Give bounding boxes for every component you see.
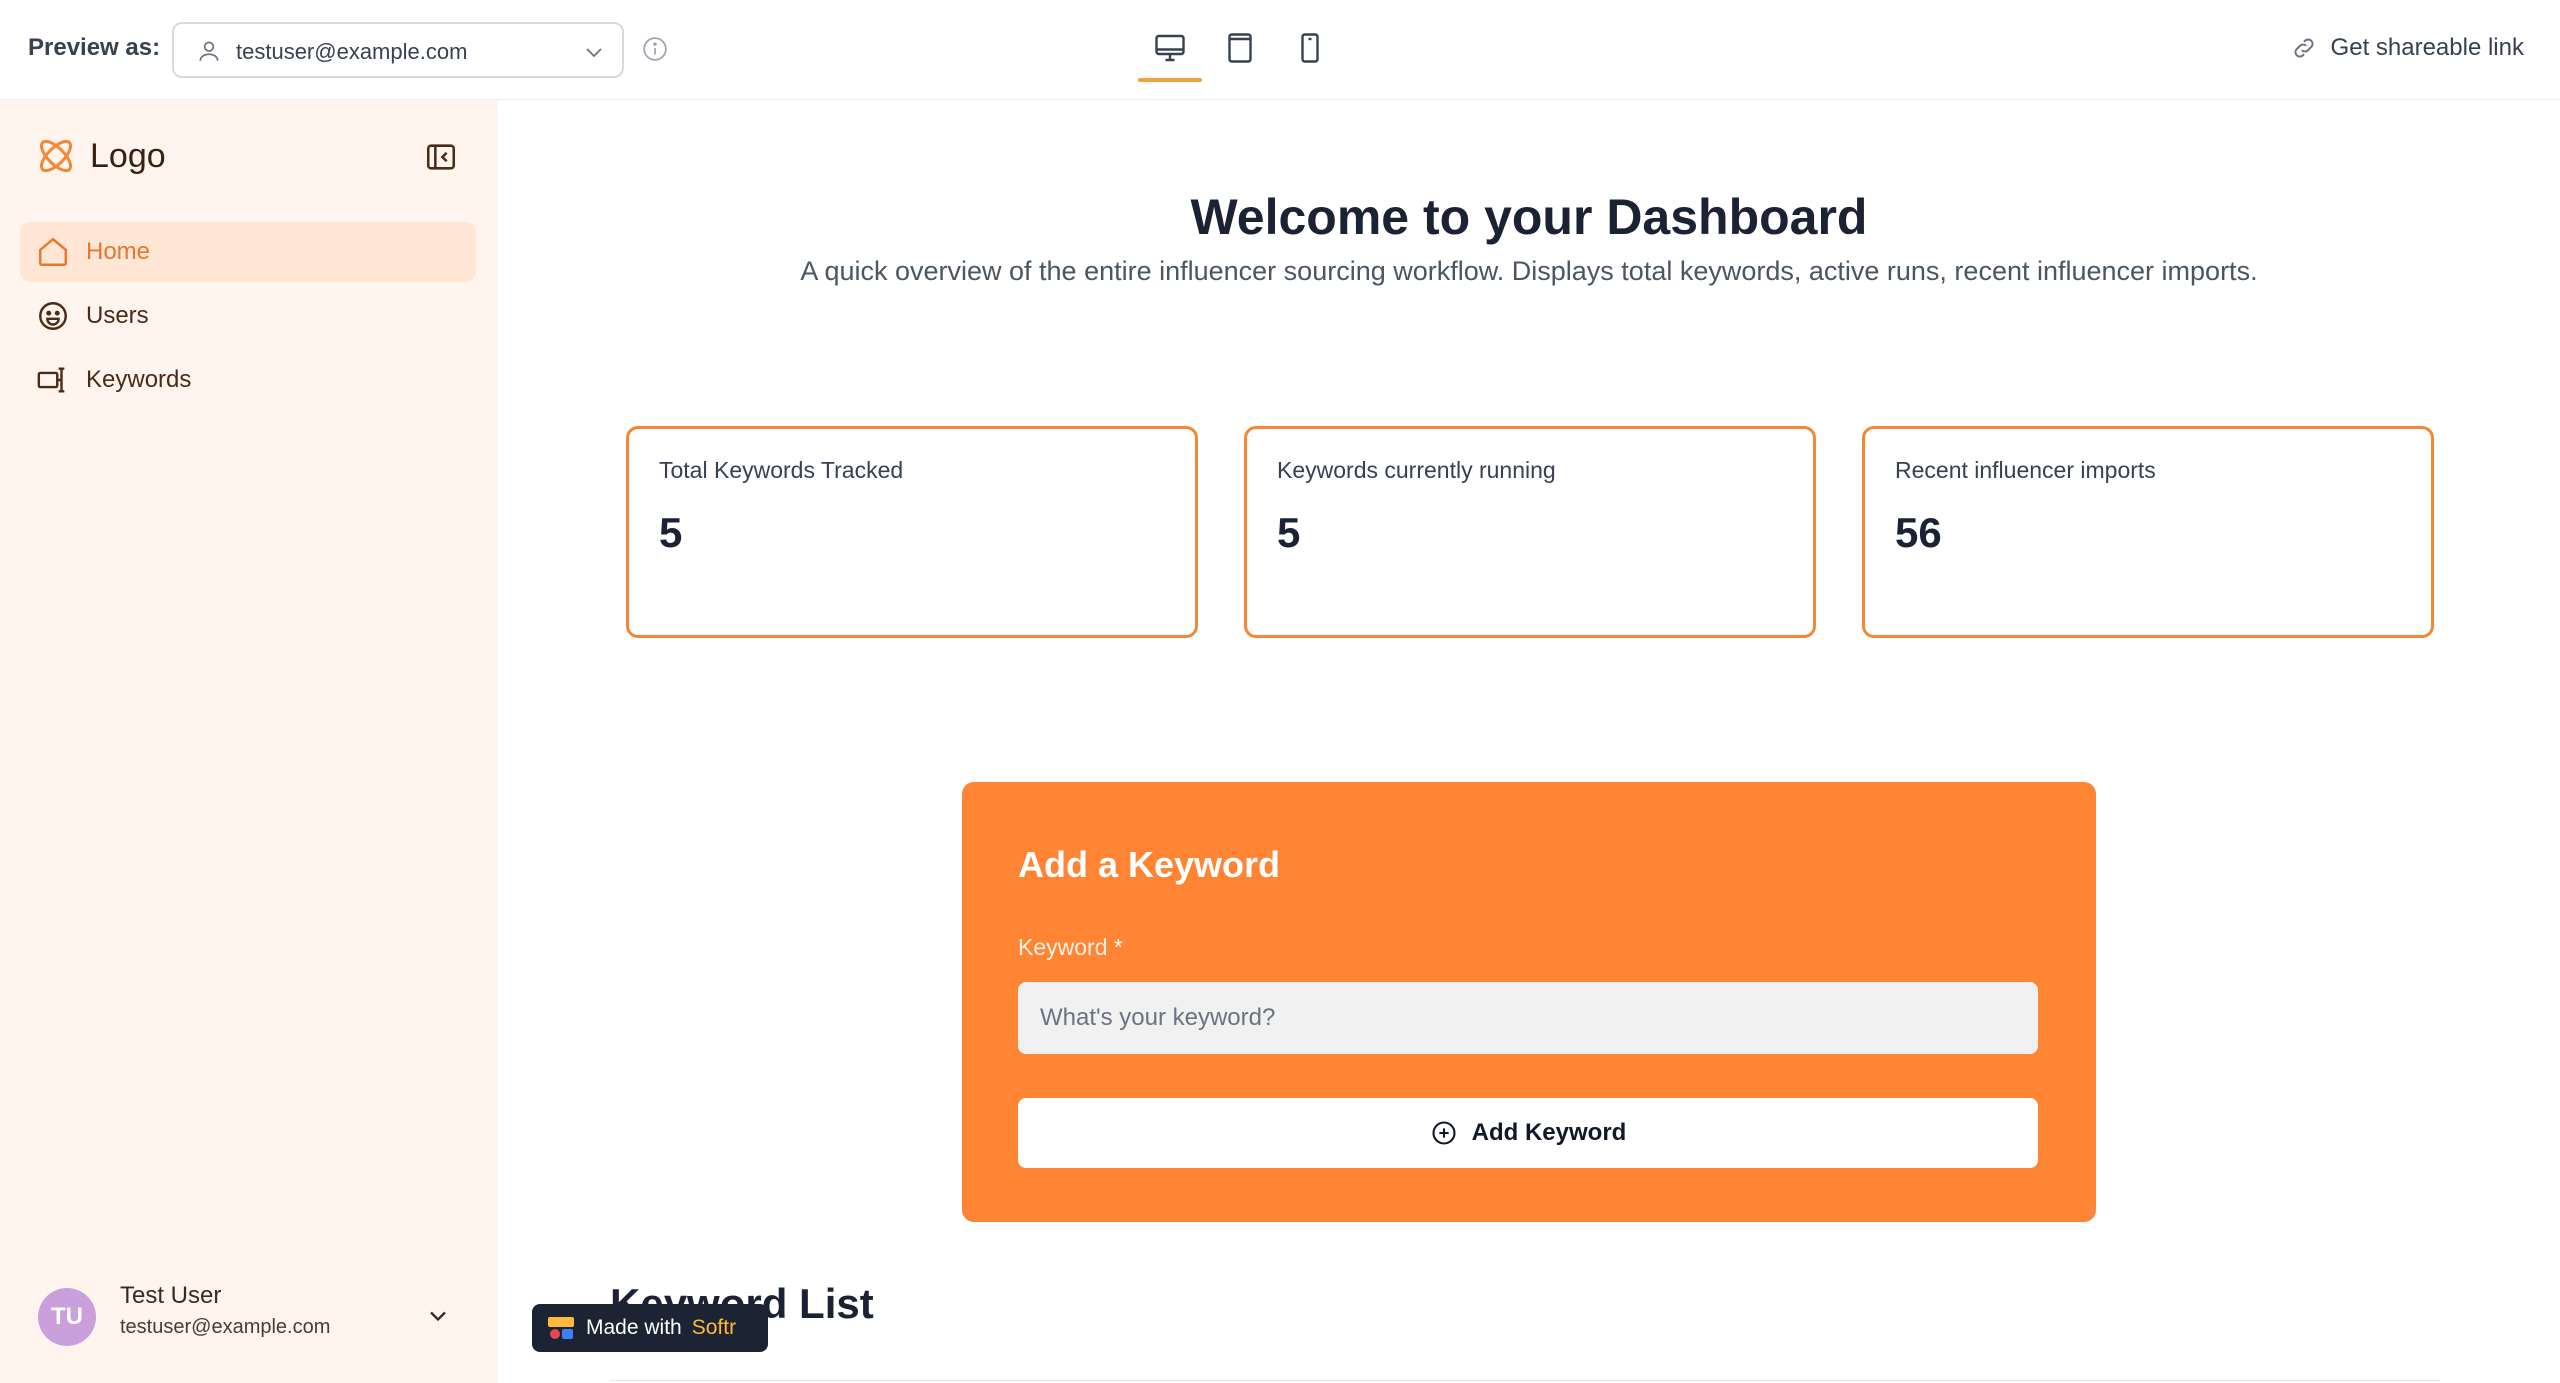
- stat-card-keywords-running: Keywords currently running 5: [1244, 426, 1816, 638]
- preview-toolbar: Preview as: testuser@example.com Get sha…: [0, 0, 2560, 100]
- softr-logo-icon: [548, 1317, 574, 1339]
- preview-as-label: Preview as:: [28, 34, 161, 61]
- main-content: Welcome to your Dashboard A quick overvi…: [498, 100, 2560, 1383]
- mobile-icon[interactable]: [1292, 28, 1328, 68]
- plus-circle-icon: [1432, 1121, 1456, 1145]
- smiley-icon: [39, 302, 67, 330]
- made-with-softr-badge[interactable]: Made with Softr: [532, 1304, 768, 1352]
- logo-text: Logo: [90, 136, 166, 175]
- stat-value: 56: [1895, 509, 1942, 556]
- sidebar-item-label: Users: [86, 302, 149, 329]
- collapse-sidebar-icon[interactable]: [424, 140, 458, 174]
- sidebar-item-users[interactable]: Users: [20, 286, 476, 346]
- stat-label: Keywords currently running: [1277, 457, 1556, 483]
- badge-prefix: Made with: [586, 1316, 682, 1339]
- sidebar-nav: Home Users Keywords: [20, 222, 476, 414]
- shareable-link-button[interactable]: Get shareable link: [2291, 34, 2524, 62]
- sidebar-item-label: Home: [86, 238, 151, 265]
- form-title: Add a Keyword: [1018, 844, 1281, 885]
- keyword-field-label: Keyword *: [1018, 934, 1123, 960]
- page-subtitle: A quick overview of the entire influence…: [800, 256, 2258, 286]
- selected-user-text: testuser@example.com: [236, 39, 468, 64]
- stat-label: Recent influencer imports: [1895, 457, 2156, 483]
- chevron-down-icon: [586, 48, 602, 58]
- profile-name: Test User: [120, 1282, 222, 1309]
- info-icon[interactable]: [642, 36, 668, 62]
- sidebar-item-label: Keywords: [86, 366, 192, 393]
- divider: [610, 1380, 2440, 1381]
- stat-value: 5: [659, 509, 683, 556]
- stat-card-influencer-imports: Recent influencer imports 56: [1862, 426, 2434, 638]
- keyword-input[interactable]: [1018, 982, 2038, 1054]
- avatar: TU: [38, 1288, 96, 1346]
- active-device-indicator: [1138, 78, 1202, 82]
- profile-email: testuser@example.com: [120, 1316, 331, 1338]
- sidebar: Logo Home Users Keywords TU Test User te…: [0, 100, 498, 1383]
- home-icon: [39, 237, 67, 266]
- badge-brand: Softr: [691, 1316, 737, 1339]
- add-keyword-form: Add a Keyword Keyword * Add Keyword: [962, 782, 2096, 1222]
- page-title: Welcome to your Dashboard: [1190, 189, 1868, 245]
- sidebar-item-keywords[interactable]: Keywords: [20, 350, 476, 410]
- link-icon: [2294, 38, 2314, 58]
- stat-value: 5: [1277, 509, 1301, 556]
- stat-label: Total Keywords Tracked: [659, 457, 904, 483]
- chevron-down-icon: [430, 1311, 446, 1322]
- add-keyword-button[interactable]: Add Keyword: [1018, 1098, 2038, 1168]
- tablet-icon[interactable]: [1222, 28, 1258, 68]
- sidebar-item-home[interactable]: Home: [20, 222, 476, 282]
- keyword-icon: [37, 367, 65, 393]
- shareable-link-label: Get shareable link: [2330, 34, 2524, 61]
- logo-icon: [39, 139, 73, 173]
- add-keyword-label: Add Keyword: [1471, 1119, 1627, 1146]
- logo[interactable]: Logo: [34, 134, 166, 178]
- user-icon: [199, 41, 219, 61]
- user-profile-menu[interactable]: TU Test User testuser@example.com: [38, 1282, 458, 1352]
- preview-user-select[interactable]: testuser@example.com: [172, 22, 624, 78]
- stat-card-total-keywords: Total Keywords Tracked 5: [626, 426, 1198, 638]
- desktop-icon[interactable]: [1152, 28, 1188, 68]
